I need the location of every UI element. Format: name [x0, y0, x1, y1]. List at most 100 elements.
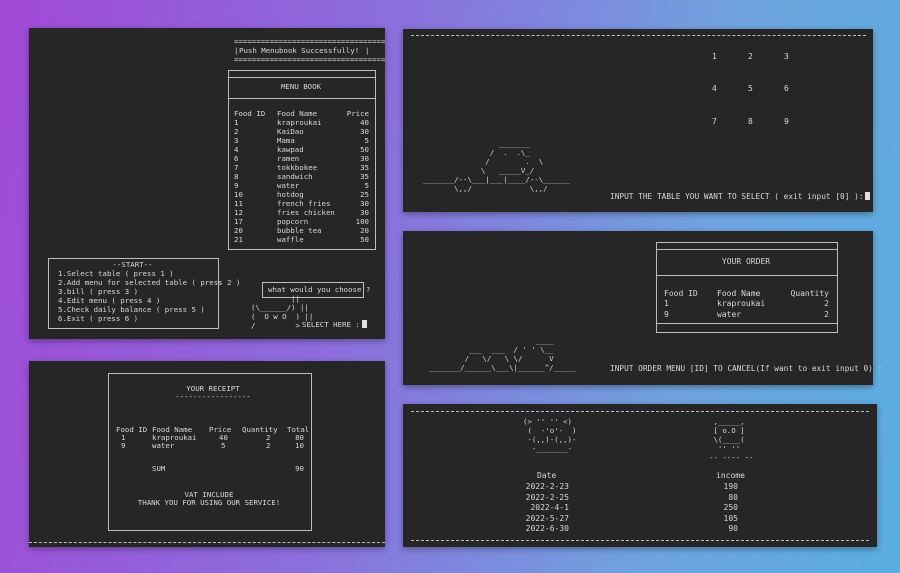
balance-col-date: Date	[537, 471, 557, 480]
menu-item-name: fries chicken	[277, 208, 335, 217]
order-terminal-window: YOUR ORDER Food ID Food Name Quantity 1 …	[403, 231, 882, 385]
menu-item-id: 17	[234, 217, 243, 226]
order-col-food-name: Food Name	[717, 289, 761, 298]
menu-item-name: bubble tea	[277, 226, 322, 235]
menu-book-title-rule-bottom	[228, 98, 375, 99]
receipt-row-2-qty: 2	[266, 441, 271, 450]
bottom-dashed-rule	[29, 542, 385, 543]
order-row-1-qty: 2	[824, 299, 829, 308]
table-number-4: 4	[712, 84, 717, 93]
question-text: what would you choose ?	[268, 285, 371, 294]
menu-item-id: 2	[234, 127, 239, 136]
order-col-food-id: Food ID	[664, 289, 698, 298]
order-row-1-id: 1	[664, 299, 669, 308]
menu-item-name: waffle	[277, 235, 304, 244]
order-title: YOUR ORDER	[721, 257, 771, 266]
menu-item-id: 20	[234, 226, 243, 235]
table-number-2: 2	[748, 52, 753, 61]
table-number-1: 1	[712, 52, 717, 61]
balance-row-date: 2022-2-25	[525, 492, 569, 502]
balance-row-date: 2022-2-23	[525, 482, 569, 491]
start-option-3[interactable]: 3.bill ( press 3 )	[58, 287, 138, 296]
order-title-rule-bottom	[656, 275, 837, 276]
menu-item-id: 12	[234, 208, 243, 217]
order-title-rule-top	[656, 249, 837, 250]
menu-item-id: 4	[234, 145, 239, 154]
menu-item-name: popcorn	[277, 217, 309, 226]
order-box	[656, 242, 838, 333]
menu-item-name: water	[277, 181, 300, 190]
balance-row-date: 2022-4-1	[530, 503, 569, 513]
menu-book-title-rule-top	[228, 77, 375, 78]
receipt-row-2-total: 10	[295, 441, 304, 450]
balance-row-income: 250	[723, 503, 738, 513]
receipt-title-underline: -----------------	[175, 392, 251, 401]
start-option-1[interactable]: 1.Select table ( press 1 )	[58, 269, 174, 278]
balance-row-income: 80	[728, 492, 738, 502]
menu-item-name: kraproukai	[277, 118, 322, 127]
menu-item-name: Mama	[277, 136, 295, 145]
table-number-3: 3	[784, 52, 789, 61]
top-dashed-rule	[411, 411, 869, 412]
receipt-sum-label: SUM	[152, 464, 166, 473]
menu-item-price: 40	[360, 118, 369, 127]
menu-item-name: kawpad	[277, 145, 304, 154]
menu-item-id: 10	[234, 190, 243, 199]
menu-item-price: 35	[360, 172, 369, 181]
menu-item-price: 50	[360, 145, 369, 154]
order-row-2-name: water	[717, 310, 742, 319]
ascii-cat-on-table-art: _______ / . .\_ / . \ \ _____V_/ _______…	[423, 139, 570, 193]
select-prompt[interactable]: SELECT HERE :	[302, 320, 367, 329]
receipt-thanks: THANK YOU FOR USING OUR SERVICE!	[137, 498, 281, 507]
menu-item-name: hotdog	[277, 190, 304, 199]
table-select-prompt[interactable]: INPUT THE TABLE YOU WANT TO SELECT ( exi…	[610, 192, 871, 201]
text-cursor	[865, 192, 871, 200]
menu-terminal-window: ================================== | Pus…	[29, 28, 385, 339]
order-row-1-name: kraproukai	[717, 299, 766, 308]
start-title: --START--	[112, 260, 153, 269]
table-number-5: 5	[748, 84, 753, 93]
menu-book-title: MENU BOOK	[280, 82, 322, 91]
menu-col-food-id: Food ID	[234, 109, 266, 118]
start-option-5[interactable]: 5.Check daily balance ( press 5 )	[58, 305, 205, 314]
menu-item-price: 30	[360, 199, 369, 208]
menu-item-price: 100	[355, 217, 369, 226]
push-message-box: |	[234, 46, 239, 55]
menu-item-price: 35	[360, 163, 369, 172]
receipt-col-quantity: Quantity	[242, 425, 278, 434]
push-top-rule: ==================================	[234, 37, 386, 46]
balance-row-date: 2022-5-27	[525, 513, 569, 523]
receipt-sum-value: 90	[295, 464, 304, 473]
menu-item-name: tokkbokee	[277, 163, 318, 172]
order-cancel-prompt[interactable]: INPUT ORDER MENU [ID] TO CANCEL(If want …	[610, 364, 882, 373]
start-option-6[interactable]: 6.Exit ( press 6 )	[58, 314, 138, 323]
table-number-9: 9	[784, 117, 789, 126]
push-message: Push Menubook Successfully!	[239, 46, 360, 55]
start-option-4[interactable]: 4.Edit menu ( press 4 )	[58, 296, 160, 305]
push-message-box-right: |	[365, 46, 370, 55]
menu-item-name: french fries	[277, 199, 331, 208]
menu-item-price: 5	[364, 136, 369, 145]
ascii-bear-art: ,_____, [ o.O ] \(____( '' '' -- ---- --	[709, 417, 754, 462]
order-bottom-rule	[656, 323, 837, 324]
balance-row-income: 190	[723, 482, 738, 491]
menu-item-price: 5	[364, 181, 369, 190]
ascii-bunny-art: (> '' '' <) ( -'o'- ) -(,,)-(,,)- -_____…	[523, 417, 577, 453]
balance-terminal-window: (> '' '' <) ( -'o'- ) -(,,)-(,,)- -_____…	[403, 404, 877, 547]
table-number-7: 7	[712, 117, 717, 126]
menu-col-price: Price	[346, 109, 369, 118]
bottom-dashed-rule	[411, 540, 869, 541]
balance-row-date: 2022-6-30	[525, 524, 569, 534]
menu-item-id: 8	[234, 172, 239, 181]
balance-col-income: income	[716, 471, 745, 480]
top-dashed-rule	[411, 35, 866, 36]
balance-row-income: 90	[728, 524, 738, 534]
menu-item-id: 21	[234, 235, 243, 244]
table-select-terminal-window: 1 2 3 4 5 6 7 8 9 _______ / . .\_ / . \ …	[403, 29, 873, 212]
start-option-2[interactable]: 2.Add menu for selected table ( press 2 …	[58, 278, 240, 287]
receipt-row-2-id: 9	[121, 441, 126, 450]
menu-item-id: 6	[234, 154, 239, 163]
balance-row-income: 105	[723, 513, 738, 523]
menu-item-price: 25	[360, 190, 369, 199]
menu-item-name: sandwich	[277, 172, 313, 181]
